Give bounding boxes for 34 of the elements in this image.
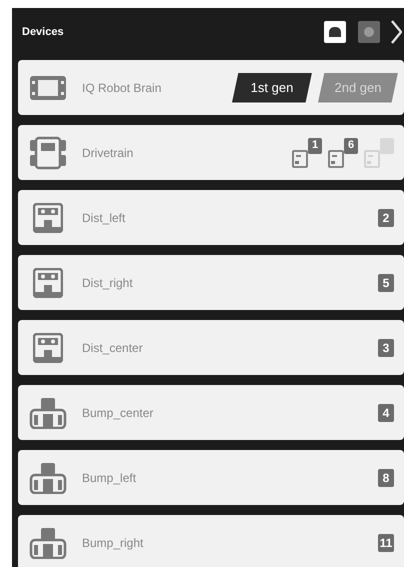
- device-name: Bump_right: [82, 534, 144, 552]
- device-card[interactable]: Bump_right 11: [18, 515, 404, 567]
- port-badge: 2: [378, 208, 394, 226]
- device-card[interactable]: Dist_left 2: [18, 190, 404, 245]
- distance-sensor-icon: [33, 332, 63, 362]
- bumper-icon: [29, 462, 67, 494]
- bumper-icon: [29, 526, 67, 558]
- device-name: Drivetrain: [82, 144, 134, 162]
- bumper-icon: [29, 396, 67, 428]
- device-name: Bump_left: [82, 470, 138, 486]
- device-name: Dist_left: [82, 210, 126, 226]
- device-card[interactable]: Bump_center 4: [18, 385, 404, 440]
- device-card[interactable]: Dist_center 3: [18, 320, 404, 375]
- device-name: Dist_right: [82, 274, 134, 292]
- device-icon[interactable]: [324, 21, 346, 43]
- generation-tab[interactable]: 1st gen: [232, 72, 312, 102]
- panel-title: Devices: [22, 24, 65, 40]
- port-badge: 8: [378, 468, 394, 486]
- device-card[interactable]: Drivetrain 1 6: [18, 125, 404, 180]
- port-badge: 3: [378, 338, 394, 356]
- port-badge: 4: [378, 404, 394, 422]
- port-badge: 5: [378, 274, 394, 292]
- device-name: Dist_center: [82, 340, 144, 356]
- brain-icon: [29, 74, 67, 100]
- device-card[interactable]: IQ Robot Brain 1st gen 2nd gen: [18, 60, 404, 115]
- device-card[interactable]: Bump_left 8: [18, 450, 404, 505]
- distance-sensor-icon: [33, 268, 63, 298]
- device-name: Bump_center: [82, 404, 154, 422]
- device-name: IQ Robot Brain: [82, 80, 162, 96]
- port-badge: 11: [378, 534, 394, 552]
- device-card[interactable]: Dist_right 5: [18, 255, 404, 310]
- chevron-right-icon[interactable]: [390, 19, 402, 45]
- drivetrain-icon: [29, 136, 67, 170]
- distance-sensor-icon: [33, 202, 63, 232]
